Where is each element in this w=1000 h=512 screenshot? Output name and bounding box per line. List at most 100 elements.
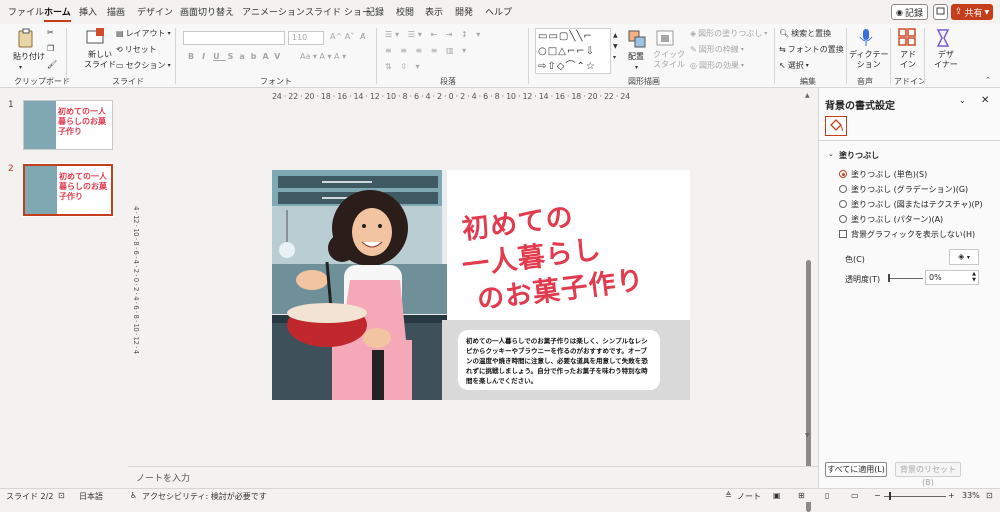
transparency-slider[interactable] xyxy=(889,278,923,279)
reset-icon: ⟲ xyxy=(116,45,123,54)
bullet-list-icon[interactable]: ☰▾ ☰▾ ⇤ ⇥ ↕ ▾ xyxy=(385,30,483,39)
select-button[interactable]: ↖ 選択 ▾ xyxy=(779,60,809,71)
comments-button[interactable] xyxy=(933,4,948,20)
dictation-button[interactable]: ディクテー ション xyxy=(849,50,888,70)
addins-button[interactable]: アド イン xyxy=(900,50,916,70)
zoom-in-icon[interactable]: + xyxy=(948,491,955,500)
section-button[interactable]: ▭ セクション ▾ xyxy=(116,60,171,71)
tab-animations[interactable]: アニメーション xyxy=(242,5,305,18)
notes-toggle[interactable]: ノート xyxy=(737,491,761,502)
copy-icon[interactable]: ❐ xyxy=(47,44,54,53)
new-slide-button[interactable]: 新しい スライド xyxy=(84,50,116,70)
slide-thumbnail-1[interactable]: 初めての一人暮らしのお菓子作り xyxy=(23,100,113,150)
chevron-down-icon[interactable]: ⌄ xyxy=(828,150,834,158)
slide-canvas[interactable]: 初めての 一人暮らし のお菓子作り 初めての一人暮らしでのお菓子作りは楽しく、シ… xyxy=(272,170,690,400)
record-button[interactable]: ◉ 記録 xyxy=(891,4,928,20)
tab-record[interactable]: 記録 xyxy=(366,5,384,18)
slideshow-icon[interactable]: ▭ xyxy=(851,491,859,500)
designer-button[interactable]: デザ イナー xyxy=(934,50,958,70)
shape-outline-button[interactable]: ✎ 図形の枠線 ▾ xyxy=(690,44,744,55)
slider-handle[interactable] xyxy=(888,274,890,282)
font-grow-icon[interactable]: A^ A˅ xyxy=(330,32,354,41)
designer-icon xyxy=(936,29,950,47)
tab-view[interactable]: 表示 xyxy=(425,5,443,18)
zoom-slider[interactable] xyxy=(884,496,946,497)
transparency-input[interactable]: 0% ▲ ▼ xyxy=(925,270,979,285)
fit-slide-icon[interactable]: ⊡ xyxy=(986,491,993,500)
font-name-combo[interactable] xyxy=(183,31,285,45)
shape-fill-button[interactable]: ◈ 図形の塗りつぶし ▾ xyxy=(690,28,767,39)
reset-button[interactable]: ⟲ リセット xyxy=(116,44,157,55)
fill-tab[interactable] xyxy=(825,116,847,136)
close-icon[interactable]: ✕ xyxy=(981,95,989,106)
ribbon: 貼り付け ▾ ✂ ❐ 🖌 クリップボード 新しい スライド ▤ レイアウト ▾ ⟲ リセ… xyxy=(0,24,1000,88)
tab-insert[interactable]: 挿入 xyxy=(79,5,97,18)
tab-review[interactable]: 校閲 xyxy=(396,5,414,18)
replace-font-button[interactable]: ⇆ フォントの置換 xyxy=(779,44,844,55)
zoom-slider-handle[interactable] xyxy=(889,492,891,500)
tab-draw[interactable]: 描画 xyxy=(107,5,125,18)
find-replace-button[interactable]: 🔍︎ 検索と置換 xyxy=(779,28,831,39)
divider xyxy=(890,28,891,84)
microphone-icon xyxy=(859,29,873,46)
divider xyxy=(528,28,529,84)
vertical-scrollbar[interactable]: ▲ ▼ xyxy=(804,92,814,512)
chevron-down-icon[interactable]: ⌄ xyxy=(959,96,966,105)
collapse-ribbon-icon[interactable]: ⌃ xyxy=(985,76,991,84)
paint-bucket-icon xyxy=(830,119,843,132)
picture-fill-radio[interactable] xyxy=(839,200,847,208)
hide-bg-checkbox[interactable] xyxy=(839,230,847,238)
section-icon: ▭ xyxy=(116,61,124,70)
fill-section-title[interactable]: 塗りつぶし xyxy=(839,150,879,161)
language-status[interactable]: 日本語 xyxy=(79,491,103,502)
align-icons[interactable]: ≡ ≡ ≡ ≡ ▥ ▾ xyxy=(385,46,469,55)
font-size-combo[interactable]: 110 xyxy=(288,31,324,45)
voice-group-label: 音声 xyxy=(857,77,873,86)
paste-button[interactable]: 貼り付け xyxy=(13,52,45,62)
font-color-icon[interactable]: Aa ▾ A ▾ A ▾ xyxy=(300,52,346,61)
tab-slideshow[interactable]: スライド ショー xyxy=(305,5,371,18)
layout-button[interactable]: ▤ レイアウト ▾ xyxy=(116,28,171,39)
clear-format-icon[interactable]: A̸ xyxy=(360,32,365,41)
tab-design[interactable]: デザイン xyxy=(137,5,173,18)
text-direction-icon[interactable]: ⇅ ⇳ ▾ xyxy=(385,62,423,71)
zoom-level[interactable]: 33% xyxy=(962,491,980,500)
arrange-button[interactable]: 配置 xyxy=(628,52,644,62)
paste-dropdown-icon[interactable]: ▾ xyxy=(19,64,22,71)
shape-effects-button[interactable]: ◎ 図形の効果 ▾ xyxy=(690,60,744,71)
cut-icon[interactable]: ✂ xyxy=(47,28,54,37)
color-picker-button[interactable]: ◈ ▾ xyxy=(949,249,979,265)
slide-thumbnail-2[interactable]: 初めての一人暮らしのお菓子作り xyxy=(22,163,114,217)
share-button[interactable]: ⇪ 共有 ▼ xyxy=(951,4,993,20)
tab-help[interactable]: ヘルプ xyxy=(485,5,512,18)
reading-view-icon[interactable]: ▯ xyxy=(825,491,829,500)
gradient-fill-radio[interactable] xyxy=(839,185,847,193)
apply-all-button[interactable]: すべてに適用(L) xyxy=(825,462,887,477)
tab-developer[interactable]: 開発 xyxy=(455,5,473,18)
zoom-out-icon[interactable]: − xyxy=(874,491,881,500)
scroll-up-icon[interactable]: ▲ xyxy=(805,92,810,99)
normal-view-icon[interactable]: ▣ xyxy=(773,491,781,500)
slide-sorter-icon[interactable]: ⊞ xyxy=(798,491,805,500)
format-painter-icon[interactable]: 🖌 xyxy=(47,60,57,69)
tab-file[interactable]: ファイル xyxy=(8,5,44,18)
notes-input[interactable]: ノートを入力 xyxy=(136,471,190,484)
reset-background-button[interactable]: 背景のリセット(B) xyxy=(895,462,961,487)
tab-home[interactable]: ホーム xyxy=(44,5,71,22)
scroll-down-icon[interactable]: ▼ xyxy=(805,432,810,439)
notes-panel[interactable]: ノートを入力 xyxy=(128,466,818,488)
spellcheck-icon[interactable]: ⊡ xyxy=(58,491,65,500)
shapes-gallery[interactable]: ▭▭▢╲╲⌐ ○□△⌐⌐⇩ ⇨⇧◇⌒⌃☆ xyxy=(535,28,611,74)
notes-icon[interactable]: ≜ xyxy=(725,491,732,500)
slide-body-textbox[interactable]: 初めての一人暮らしでのお菓子作りは楽しく、シンプルなレシピからクッキーやブラウニ… xyxy=(458,330,660,390)
pattern-fill-radio[interactable] xyxy=(839,215,847,223)
quick-style-button[interactable]: クイック スタイル xyxy=(653,50,685,70)
thumb-image xyxy=(24,101,56,149)
accessibility-status[interactable]: アクセシビリティ: 検討が必要です xyxy=(142,491,267,502)
solid-fill-radio[interactable] xyxy=(839,170,847,178)
accessibility-icon[interactable]: ♿︎ xyxy=(130,491,137,500)
tab-transitions[interactable]: 画面切り替え xyxy=(180,5,234,18)
shapes-scroll[interactable]: ▲ ▼ ▾ xyxy=(613,30,618,63)
divider xyxy=(66,28,67,84)
font-style-buttons[interactable]: B I U SabAV xyxy=(188,52,286,61)
